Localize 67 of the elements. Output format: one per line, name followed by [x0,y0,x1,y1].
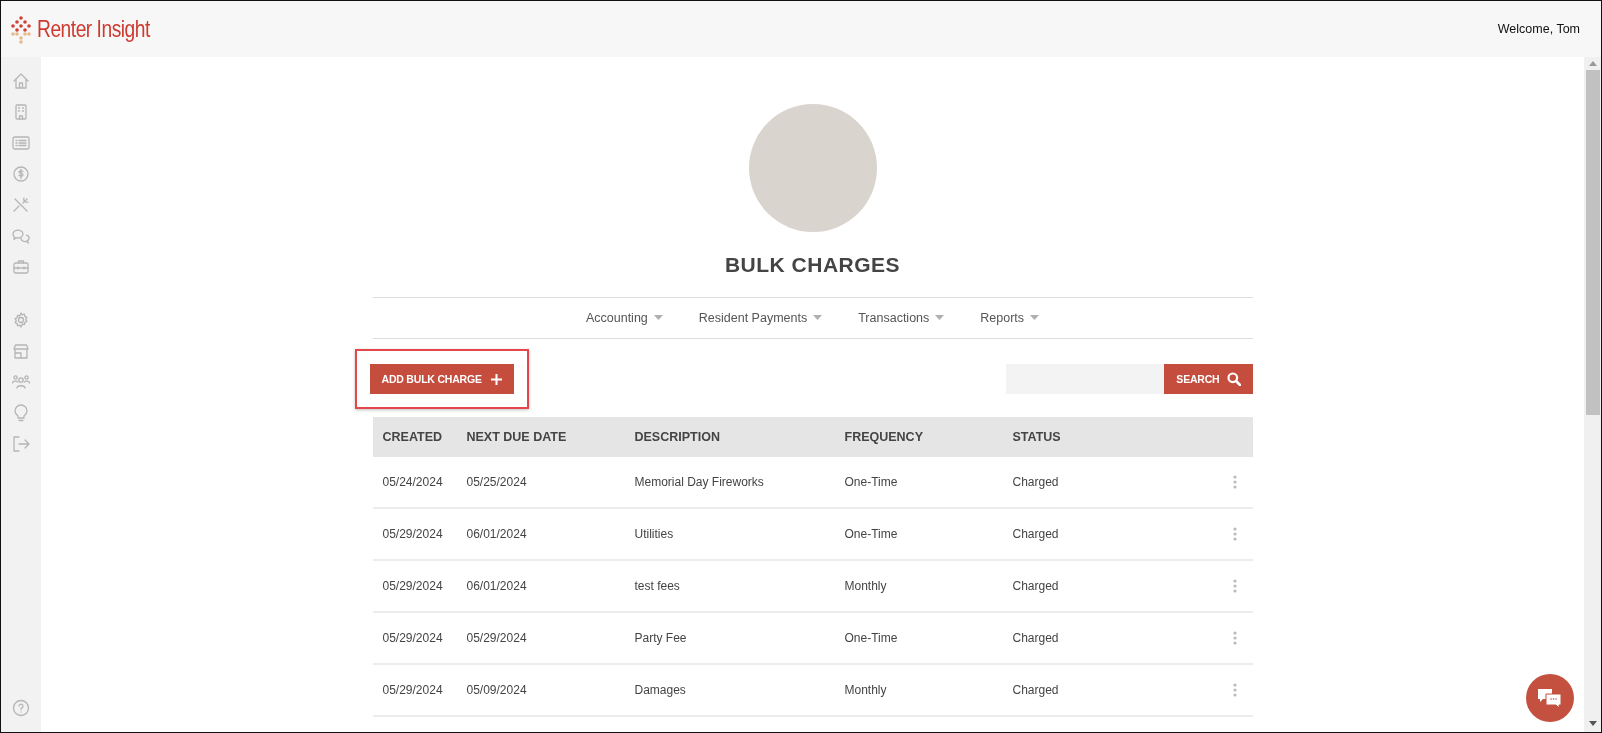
table-cell-text: Charged [1011,631,1060,645]
table-cell-text: 05/29/2024 [465,631,528,645]
page-title: BULK CHARGES [724,253,901,277]
table-cell-text: Charged [1011,579,1060,593]
table-cell-text: Memorial Day Fireworks [633,475,765,489]
caret-icon [935,315,945,321]
table-cell-text: 05/29/2024 [381,631,444,645]
store-icon[interactable] [11,341,31,361]
nav-dropdown[interactable]: Resident Payments [698,311,823,325]
search-field[interactable] [1006,364,1165,394]
scrollbar[interactable] [1584,57,1601,732]
chat-bubbles-icon [1537,687,1563,709]
table-cell-text: 05/29/2024 [381,579,444,593]
search-icon [1226,372,1241,386]
more-icon[interactable] [1232,579,1237,593]
table-cell-text: 05/24/2024 [381,475,444,489]
lightbulb-icon[interactable] [11,403,31,423]
caret-icon [1030,315,1040,321]
search-button[interactable]: SEARCH [1164,364,1253,394]
home-icon[interactable] [11,71,31,91]
column-header: CREATED [381,430,443,444]
chat-button[interactable] [1526,674,1574,722]
table-cell-text: One-Time [843,527,899,541]
table-cell-text: 05/29/2024 [381,683,444,697]
nav-dropdown[interactable]: Transactions [858,311,945,325]
table-cell-text: test fees [633,579,681,593]
more-icon[interactable] [1232,683,1237,697]
column-header: DESCRIPTION [633,430,721,444]
table-cell-text: 06/01/2024 [465,527,528,541]
caret-icon [813,315,823,321]
table-cell-text: 05/29/2024 [381,527,444,541]
table-cell-text: Charged [1011,527,1060,541]
add-button[interactable]: ADD BULK CHARGE [369,364,514,394]
column-header: FREQUENCY [843,430,924,444]
nav-dropdown[interactable]: Accounting [585,311,663,325]
table-cell-text: Charged [1011,475,1060,489]
table-cell-text: 05/09/2024 [465,683,528,697]
column-header: STATUS [1011,430,1062,444]
caret-icon [653,315,663,321]
logout-icon[interactable] [11,434,31,454]
column-header: NEXT DUE DATE [465,430,568,444]
table-cell-text: One-Time [843,475,899,489]
plus-icon [490,373,502,385]
table-cell-text: 06/01/2024 [465,579,528,593]
scroll-down-icon [1588,721,1597,726]
table-cell-text: Party Fee [633,631,688,645]
more-icon[interactable] [1232,631,1237,645]
table-cell-text: 05/25/2024 [465,475,528,489]
logo-text: Renter Insight [37,15,150,43]
briefcase-icon[interactable] [11,257,31,277]
table-cell-text: Charged [1011,683,1060,697]
list-icon[interactable] [11,133,31,153]
nav-dropdown[interactable]: Reports [980,311,1040,325]
table-cell-text: Monthly [843,579,888,593]
more-icon[interactable] [1232,475,1237,489]
help-icon[interactable] [11,698,31,718]
table-cell-text: Monthly [843,683,888,697]
table-cell-text: One-Time [843,631,899,645]
dollar-icon[interactable] [11,164,31,184]
more-icon[interactable] [1232,527,1237,541]
welcome-text: Welcome, Tom [1497,22,1580,36]
scroll-up-icon [1588,61,1597,66]
table-cell-text: Damages [633,683,687,697]
logo-icon [10,14,32,44]
table-cell-text: Utilities [633,527,675,541]
scrollbar-thumb[interactable] [1585,70,1600,415]
chat-icon[interactable] [11,226,31,246]
